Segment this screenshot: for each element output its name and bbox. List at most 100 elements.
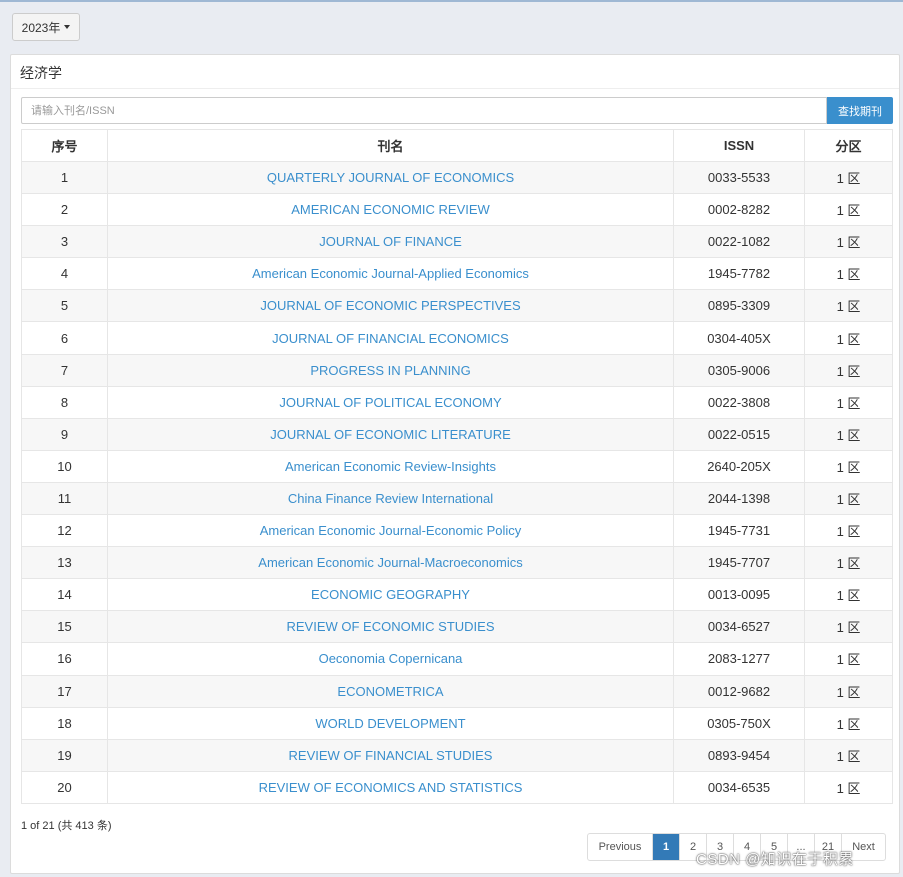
cell-journal-name: JOURNAL OF ECONOMIC PERSPECTIVES (107, 289, 674, 323)
cell-zone: 1 区 (804, 160, 893, 195)
cell-number: 14 (21, 578, 108, 612)
cell-journal-name: American Economic Journal-Applied Econom… (107, 257, 674, 291)
journal-link[interactable]: Oeconomia Copernicana (319, 651, 463, 666)
table-row: 20 REVIEW OF ECONOMICS AND STATISTICS 0034… (21, 770, 893, 804)
journal-link[interactable]: China Finance Review International (288, 491, 493, 506)
table-row: 10 American Economic Review-Insights 2640-… (21, 449, 893, 483)
cell-zone: 1 区 (804, 546, 893, 580)
cell-zone: 1 区 (804, 610, 893, 644)
search-button[interactable]: 查找期刊 (827, 97, 893, 124)
journal-link[interactable]: REVIEW OF FINANCIAL STUDIES (289, 748, 493, 763)
journal-link[interactable]: REVIEW OF ECONOMICS AND STATISTICS (259, 780, 523, 795)
cell-issn: 0022-1082 (673, 225, 805, 259)
cell-number: 4 (21, 257, 108, 291)
cell-issn: 0895-3309 (673, 289, 805, 323)
cell-zone: 1 区 (804, 417, 893, 451)
cell-journal-name: JOURNAL OF POLITICAL ECONOMY (107, 385, 674, 419)
journal-link[interactable]: American Economic Journal-Economic Polic… (260, 523, 522, 538)
journal-panel: 经济学 查找期刊 序号 刊名 ISSN 分区 1 QUARTERLY JOURNA… (10, 54, 900, 874)
cell-number: 7 (21, 353, 108, 387)
cell-journal-name: Oeconomia Copernicana (107, 642, 674, 676)
cell-number: 12 (21, 514, 108, 548)
journal-link[interactable]: American Economic Review-Insights (285, 459, 496, 474)
cell-issn: 0305-9006 (673, 353, 805, 387)
cell-journal-name: JOURNAL OF FINANCIAL ECONOMICS (107, 321, 674, 355)
journal-link[interactable]: ECONOMETRICA (337, 684, 443, 699)
cell-number: 5 (21, 289, 108, 323)
journal-link[interactable]: JOURNAL OF FINANCIAL ECONOMICS (272, 331, 509, 346)
table-row: 17 ECONOMETRICA 0012-9682 1 区 (21, 674, 893, 708)
cell-journal-name: JOURNAL OF ECONOMIC LITERATURE (107, 417, 674, 451)
cell-issn: 1945-7707 (673, 546, 805, 580)
cell-zone: 1 区 (804, 321, 893, 355)
cell-number: 6 (21, 321, 108, 355)
cell-number: 1 (21, 160, 108, 195)
record-summary: 1 of 21 (共 413 条) (21, 820, 112, 832)
table-row: 4 American Economic Journal-Applied Econo… (21, 257, 893, 291)
year-dropdown-button[interactable]: 2023年 (12, 13, 80, 41)
cell-zone: 1 区 (804, 225, 893, 259)
cell-zone: 1 区 (804, 770, 893, 804)
cell-issn: 0033-5533 (673, 160, 805, 195)
cell-zone: 1 区 (804, 385, 893, 419)
cell-zone: 1 区 (804, 289, 893, 323)
cell-number: 20 (21, 770, 108, 804)
previous-page-button[interactable]: Previous (588, 834, 652, 860)
table-row: 15 REVIEW OF ECONOMIC STUDIES 0034-6527 1 区 (21, 610, 893, 644)
table-row: 2 AMERICAN ECONOMIC REVIEW 0002-8282 1 区 (21, 193, 893, 227)
table-row: 12 American Economic Journal-Economic Pol… (21, 514, 893, 548)
cell-zone: 1 区 (804, 257, 893, 291)
table-header-row: 序号 刊名 ISSN 分区 (21, 129, 893, 162)
cell-journal-name: REVIEW OF FINANCIAL STUDIES (107, 738, 674, 772)
cell-number: 16 (21, 642, 108, 676)
cell-number: 3 (21, 225, 108, 259)
cell-number: 9 (21, 417, 108, 451)
journal-link[interactable]: JOURNAL OF FINANCE (319, 234, 462, 249)
table-row: 5 JOURNAL OF ECONOMIC PERSPECTIVES 0895-33… (21, 289, 893, 323)
watermark: CSDN @知识在于积累 (696, 851, 854, 868)
table-row: 13 American Economic Journal-Macroeconomi… (21, 546, 893, 580)
cell-journal-name: American Economic Review-Insights (107, 449, 674, 483)
journal-link[interactable]: REVIEW OF ECONOMIC STUDIES (286, 619, 494, 634)
cell-issn: 1945-7782 (673, 257, 805, 291)
cell-issn: 0022-3808 (673, 385, 805, 419)
table-row: 14 ECONOMIC GEOGRAPHY 0013-0095 1 区 (21, 578, 893, 612)
journal-link[interactable]: JOURNAL OF POLITICAL ECONOMY (279, 395, 501, 410)
cell-journal-name: WORLD DEVELOPMENT (107, 706, 674, 740)
cell-journal-name: QUARTERLY JOURNAL OF ECONOMICS (107, 160, 674, 195)
journal-link[interactable]: ECONOMIC GEOGRAPHY (311, 587, 470, 602)
journal-link[interactable]: American Economic Journal-Applied Econom… (252, 266, 529, 281)
cell-zone: 1 区 (804, 578, 893, 612)
cell-issn: 0013-0095 (673, 578, 805, 612)
cell-issn: 0034-6535 (673, 770, 805, 804)
cell-zone: 1 区 (804, 449, 893, 483)
cell-issn: 0034-6527 (673, 610, 805, 644)
table-row: 1 QUARTERLY JOURNAL OF ECONOMICS 0033-5533… (21, 160, 893, 195)
cell-number: 15 (21, 610, 108, 644)
cell-journal-name: American Economic Journal-Macroeconomics (107, 546, 674, 580)
cell-zone: 1 区 (804, 353, 893, 387)
cell-issn: 0022-0515 (673, 417, 805, 451)
cell-zone: 1 区 (804, 481, 893, 516)
journal-link[interactable]: WORLD DEVELOPMENT (315, 716, 465, 731)
journal-table: 序号 刊名 ISSN 分区 1 QUARTERLY JOURNAL OF ECON… (21, 129, 893, 804)
cell-zone: 1 区 (804, 514, 893, 548)
cell-zone: 1 区 (804, 193, 893, 227)
journal-link[interactable]: PROGRESS IN PLANNING (310, 363, 470, 378)
journal-link[interactable]: JOURNAL OF ECONOMIC LITERATURE (270, 427, 511, 442)
journal-link[interactable]: American Economic Journal-Macroeconomics (258, 555, 522, 570)
cell-number: 18 (21, 706, 108, 740)
search-input[interactable] (21, 97, 827, 124)
cell-journal-name: PROGRESS IN PLANNING (107, 353, 674, 387)
column-header-zone: 分区 (804, 129, 893, 162)
journal-link[interactable]: QUARTERLY JOURNAL OF ECONOMICS (267, 170, 514, 185)
journal-link[interactable]: AMERICAN ECONOMIC REVIEW (291, 202, 490, 217)
panel-title: 经济学 (20, 65, 62, 81)
cell-issn: 0304-405X (673, 321, 805, 355)
table-row: 11 China Finance Review International 2044… (21, 481, 893, 516)
cell-number: 11 (21, 481, 108, 516)
page-button-1[interactable]: 1 (652, 834, 679, 860)
table-row: 16 Oeconomia Copernicana 2083-1277 1 区 (21, 642, 893, 676)
journal-link[interactable]: JOURNAL OF ECONOMIC PERSPECTIVES (260, 298, 520, 313)
table-row: 6 JOURNAL OF FINANCIAL ECONOMICS 0304-405X… (21, 321, 893, 355)
